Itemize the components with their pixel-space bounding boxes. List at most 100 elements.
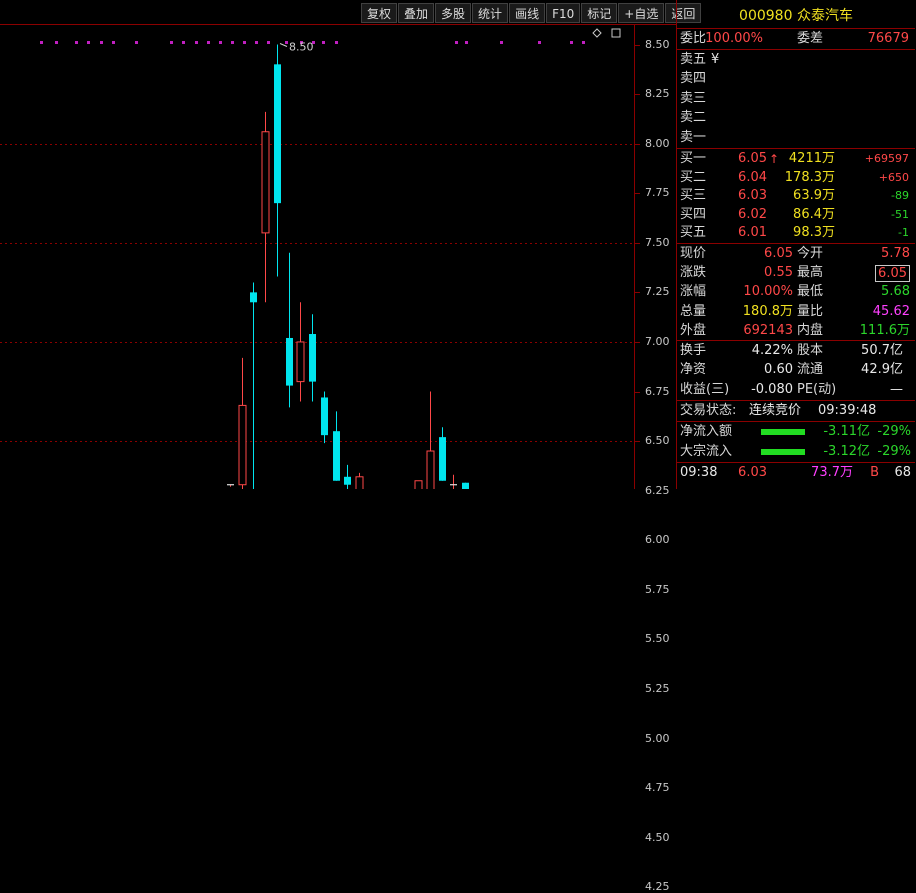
high-price-value: 6.05: [875, 265, 910, 283]
sell-row: 卖四: [677, 70, 915, 88]
stock-header: 000980 众泰汽车: [677, 5, 915, 27]
buy-level-label: 买五: [680, 225, 707, 241]
y-tick-label: 6.25: [645, 484, 670, 497]
marker-dot: [455, 41, 458, 44]
trade-status-label: 交易状态:: [680, 403, 737, 418]
y-tick-label: 4.75: [645, 781, 670, 794]
tick-price: 6.03: [738, 465, 767, 480]
marker-dot: [112, 41, 115, 44]
buy-row: 买四 6.02 86.4万 -51: [677, 206, 915, 224]
stat-row: 收益(三) -0.080 PE(动) —: [677, 381, 915, 399]
marker-dot: [207, 41, 210, 44]
sell-price: ¥: [711, 52, 720, 67]
marker-dot: [465, 41, 468, 44]
flow-value: -3.11亿: [823, 424, 870, 439]
buy-price: 6.04: [738, 169, 767, 185]
turnover-value: 4.22%: [751, 343, 793, 358]
buy-arrow: ↑: [769, 152, 780, 166]
candle-body: [439, 437, 446, 481]
total-volume-value: 180.8万: [742, 303, 793, 319]
share-capital-label: 股本: [797, 343, 824, 358]
flow-row: 净流入额 -3.11亿 -29%: [677, 423, 915, 441]
restore-rights-button[interactable]: 复权: [361, 3, 398, 23]
candle-body: [250, 292, 257, 303]
weibi-value: 100.00%: [705, 31, 763, 46]
buy-volume: 98.3万: [793, 225, 835, 241]
sell-level-label: 卖五: [680, 52, 707, 67]
buy-volume: 86.4万: [793, 206, 835, 222]
volume-ratio-value: 45.62: [872, 303, 910, 319]
overlay-button[interactable]: 叠加: [398, 3, 435, 23]
total-volume-label: 总量: [680, 303, 707, 319]
buy-level-label: 买三: [680, 188, 707, 204]
flow-label: 大宗流入: [680, 443, 733, 459]
earnings-value: -0.080: [751, 381, 793, 397]
statistics-button[interactable]: 统计: [472, 3, 509, 23]
flow-value: -3.12亿: [823, 443, 870, 459]
flow-pct: -29%: [877, 443, 911, 459]
earnings-label: 收益(三): [680, 381, 730, 397]
marker-dot: [40, 41, 43, 44]
flow-label: 净流入额: [680, 424, 733, 439]
mark-button[interactable]: 标记: [581, 3, 618, 23]
stat-row: 换手 4.22% 股本 50.7亿: [677, 342, 915, 360]
buy-price: 6.01: [738, 225, 767, 241]
buy-level-label: 买一: [680, 151, 707, 166]
buy-volume: 178.3万: [784, 169, 835, 185]
inner-volume-value: 111.6万: [859, 322, 910, 338]
buy-level-label: 买四: [680, 206, 707, 222]
y-tick-label: 4.50: [645, 831, 670, 844]
buy-volume: 4211万: [788, 151, 835, 166]
y-tick-label: 6.00: [645, 533, 670, 546]
inner-volume-label: 内盘: [797, 322, 824, 338]
weicha-value: 76679: [867, 31, 909, 46]
current-price-label: 现价: [680, 246, 707, 261]
square-icon: [611, 28, 621, 38]
marker-dot: [195, 41, 198, 44]
add-favorite-button[interactable]: +自选: [618, 3, 665, 23]
current-price-value: 6.05: [764, 246, 793, 261]
y-tick-label: 5.25: [645, 682, 670, 695]
pe-ratio-value: —: [890, 381, 903, 397]
marker-dot: [75, 41, 78, 44]
buy-volume: 63.9万: [793, 188, 835, 204]
marker-dot: [170, 41, 173, 44]
sell-row: 卖三: [677, 90, 915, 108]
multi-stock-button[interactable]: 多股: [435, 3, 472, 23]
buy-price: 6.03: [738, 188, 767, 204]
candle-body: [344, 476, 351, 485]
open-price-value: 5.78: [881, 246, 910, 261]
sell-level-label: 卖三: [680, 90, 707, 106]
marker-dot: [285, 41, 288, 44]
share-capital-value: 50.7亿: [861, 343, 903, 358]
buy-row: 买五 6.01 98.3万 -1: [677, 224, 915, 242]
buy-row: 买一 6.05 ↑ 4211万 +69597: [677, 150, 915, 168]
sell-row: 卖一: [677, 129, 915, 147]
y-tick-label: 8.00: [645, 137, 670, 150]
stat-row: 净资 0.60 流通 42.9亿: [677, 361, 915, 379]
marker-dot: [100, 41, 103, 44]
chart-toolbar: 复权 叠加 多股 统计 画线 F10 标记 +自选 返回: [361, 3, 702, 23]
y-tick-label: 5.50: [645, 632, 670, 645]
flow-bar: [761, 448, 805, 455]
candle-body: [274, 64, 281, 204]
net-assets-label: 净资: [680, 362, 707, 378]
quote-row: 总量 180.8万 量比 45.62: [677, 303, 915, 321]
tick-side: B: [870, 465, 879, 480]
y-tick-label: 6.75: [645, 385, 670, 398]
sell-row: 卖二: [677, 109, 915, 127]
flow-row: 大宗流入 -3.12亿 -29%: [677, 443, 915, 461]
flow-bar: [761, 429, 805, 435]
y-tick-label: 5.00: [645, 732, 670, 745]
draw-line-button[interactable]: 画线: [509, 3, 546, 23]
y-tick-label: 6.50: [645, 434, 670, 447]
marker-dot: [538, 41, 541, 44]
y-tick-label: 7.25: [645, 285, 670, 298]
tick-count: 68: [894, 465, 911, 480]
candlestick-chart[interactable]: 8.50: [0, 24, 676, 489]
diamond-icon: [592, 28, 602, 38]
buy-level-label: 买二: [680, 169, 707, 185]
sell-level-label: 卖四: [680, 71, 707, 87]
buy-change: +69597: [864, 152, 909, 165]
f10-button[interactable]: F10: [546, 3, 581, 23]
